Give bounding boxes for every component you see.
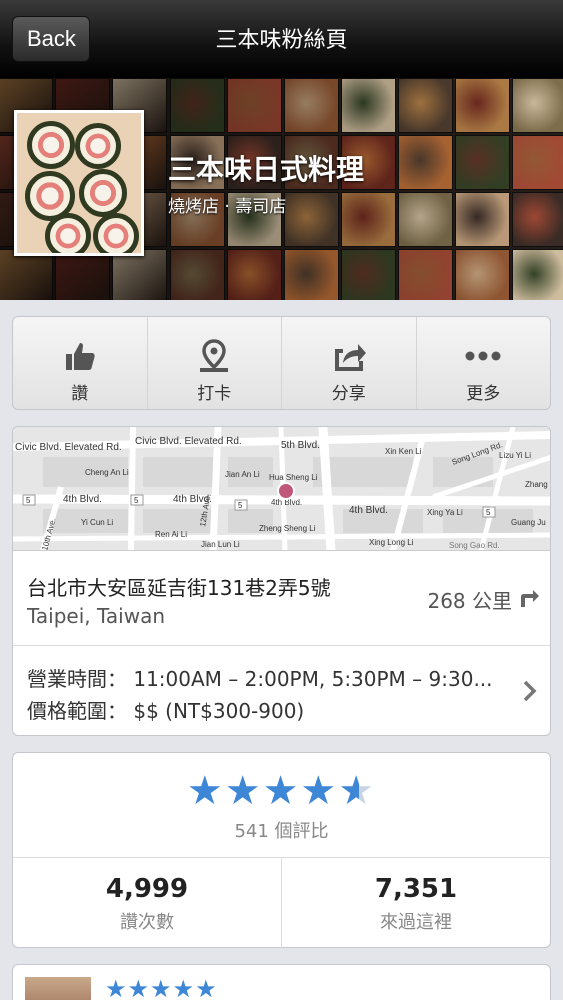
checkins-label: 來過這裡 bbox=[380, 912, 452, 933]
map-street-label: Civic Blvd. Elevated Rd. bbox=[135, 436, 242, 447]
more-icon bbox=[465, 351, 501, 361]
location-map[interactable]: Civic Blvd. Elevated Rd. Civic Blvd. Ele… bbox=[13, 427, 550, 551]
top-navigation-bar: Back 三本味粉絲頁 bbox=[0, 0, 563, 78]
more-label: 更多 bbox=[466, 384, 501, 404]
profile-picture[interactable] bbox=[14, 110, 144, 256]
map-image: Civic Blvd. Elevated Rd. Civic Blvd. Ele… bbox=[13, 427, 550, 550]
sushi-roll-image bbox=[93, 213, 139, 253]
review-count: 541 個評比 bbox=[234, 821, 329, 842]
price-range: 價格範圍： $$ (NT$300-900) bbox=[27, 699, 305, 723]
map-street-label: Xin Ken Li bbox=[385, 447, 422, 456]
sushi-roll-image bbox=[75, 123, 121, 169]
review-thumbnail bbox=[25, 977, 91, 1000]
map-route-marker: 5 bbox=[26, 496, 31, 505]
map-street-label: Jian An Li bbox=[225, 470, 260, 479]
star-icon: ★ bbox=[262, 768, 301, 814]
hours-row[interactable]: 營業時間： 11:00AM – 2:00PM, 5:30PM – 9:30...… bbox=[13, 647, 550, 735]
star-rating: ★★★★★ bbox=[13, 769, 550, 813]
map-route-marker: 5 bbox=[238, 501, 243, 510]
map-street-label: 4th Blvd. bbox=[63, 494, 102, 505]
map-street-label: Song Gao Rd. bbox=[449, 541, 500, 550]
sushi-roll-image bbox=[79, 169, 127, 217]
map-street-label: Civic Blvd. Elevated Rd. bbox=[15, 442, 122, 453]
map-street-label: Zheng Sheng Li bbox=[259, 524, 316, 533]
map-street-label: Hua Sheng Li bbox=[269, 473, 318, 482]
address-street: 台北市大安區延吉街131巷2弄5號 bbox=[27, 576, 331, 600]
likes-stat[interactable]: 4,999 讚次數 bbox=[13, 858, 282, 949]
action-bar: 讚 打卡 分享 更多 bbox=[12, 316, 551, 410]
page-category: 燒烤店 · 壽司店 bbox=[168, 197, 287, 217]
map-pin-icon bbox=[200, 339, 229, 372]
thumbs-up-icon bbox=[65, 343, 95, 370]
share-icon bbox=[334, 344, 366, 371]
sushi-roll-image bbox=[27, 121, 75, 169]
like-label: 讚 bbox=[71, 384, 89, 404]
map-route-marker: 5 bbox=[486, 508, 491, 517]
page-name: 三本味日式料理 bbox=[168, 153, 365, 186]
check-in-button[interactable]: 打卡 bbox=[148, 317, 282, 409]
info-card: Civic Blvd. Elevated Rd. Civic Blvd. Ele… bbox=[12, 426, 551, 736]
check-in-label: 打卡 bbox=[197, 384, 232, 404]
share-label: 分享 bbox=[331, 384, 366, 404]
map-street-label: Ren Ai Li bbox=[155, 530, 187, 539]
map-location-pin bbox=[277, 482, 295, 500]
like-button[interactable]: 讚 bbox=[13, 317, 148, 409]
sushi-roll-image bbox=[45, 213, 91, 253]
half-star-icon: ★ bbox=[338, 768, 377, 814]
map-street-label: Zhang bbox=[525, 480, 548, 489]
likes-label: 讚次數 bbox=[120, 912, 174, 933]
map-street-label: Cheng An Li bbox=[85, 468, 129, 477]
distance-text: 268 公里 bbox=[427, 589, 512, 613]
checkins-stat[interactable]: 7,351 來過這裡 bbox=[282, 858, 550, 949]
star-icon: ★ bbox=[186, 768, 225, 814]
back-button[interactable]: Back bbox=[12, 16, 90, 62]
rating-card[interactable]: ★★★★★ 541 個評比 4,999 讚次數 7,351 來過這裡 bbox=[12, 752, 551, 949]
star-icon: ★ bbox=[300, 768, 339, 814]
checkins-count: 7,351 bbox=[374, 874, 458, 904]
review-star-rating: ★★★★★ bbox=[105, 975, 218, 1000]
opening-hours: 營業時間： 11:00AM – 2:00PM, 5:30PM – 9:30... bbox=[27, 667, 493, 691]
directions-icon[interactable] bbox=[518, 586, 540, 608]
review-item[interactable]: ★★★★★ bbox=[12, 964, 551, 1000]
page-title: 三本味粉絲頁 bbox=[215, 28, 348, 53]
star-icon: ★ bbox=[224, 768, 263, 814]
map-street-label: Yi Cun Li bbox=[81, 518, 113, 527]
map-street-label: Xing Long Li bbox=[369, 538, 414, 547]
likes-count: 4,999 bbox=[105, 874, 189, 904]
map-street-label: Jian Lun Li bbox=[201, 540, 240, 549]
map-route-marker: 5 bbox=[134, 496, 139, 505]
map-street-label: Guang Ju bbox=[511, 518, 546, 527]
map-street-label: Lizu Yi Li bbox=[499, 451, 531, 460]
more-button[interactable]: 更多 bbox=[417, 317, 551, 409]
map-street-label: Xing Ya Li bbox=[427, 508, 463, 517]
map-street-label: 4th Blvd. bbox=[349, 505, 388, 516]
chevron-right-icon bbox=[523, 680, 537, 702]
share-button[interactable]: 分享 bbox=[282, 317, 417, 409]
address-row[interactable]: 台北市大安區延吉街131巷2弄5號 Taipei, Taiwan 268 公里 bbox=[13, 552, 550, 646]
address-city: Taipei, Taiwan bbox=[27, 604, 165, 628]
cover-photo[interactable]: 三本味日式料理 燒烤店 · 壽司店 bbox=[0, 78, 563, 300]
map-street-label: 5th Blvd. bbox=[281, 440, 320, 451]
stats-row: 4,999 讚次數 7,351 來過這裡 bbox=[13, 857, 550, 949]
